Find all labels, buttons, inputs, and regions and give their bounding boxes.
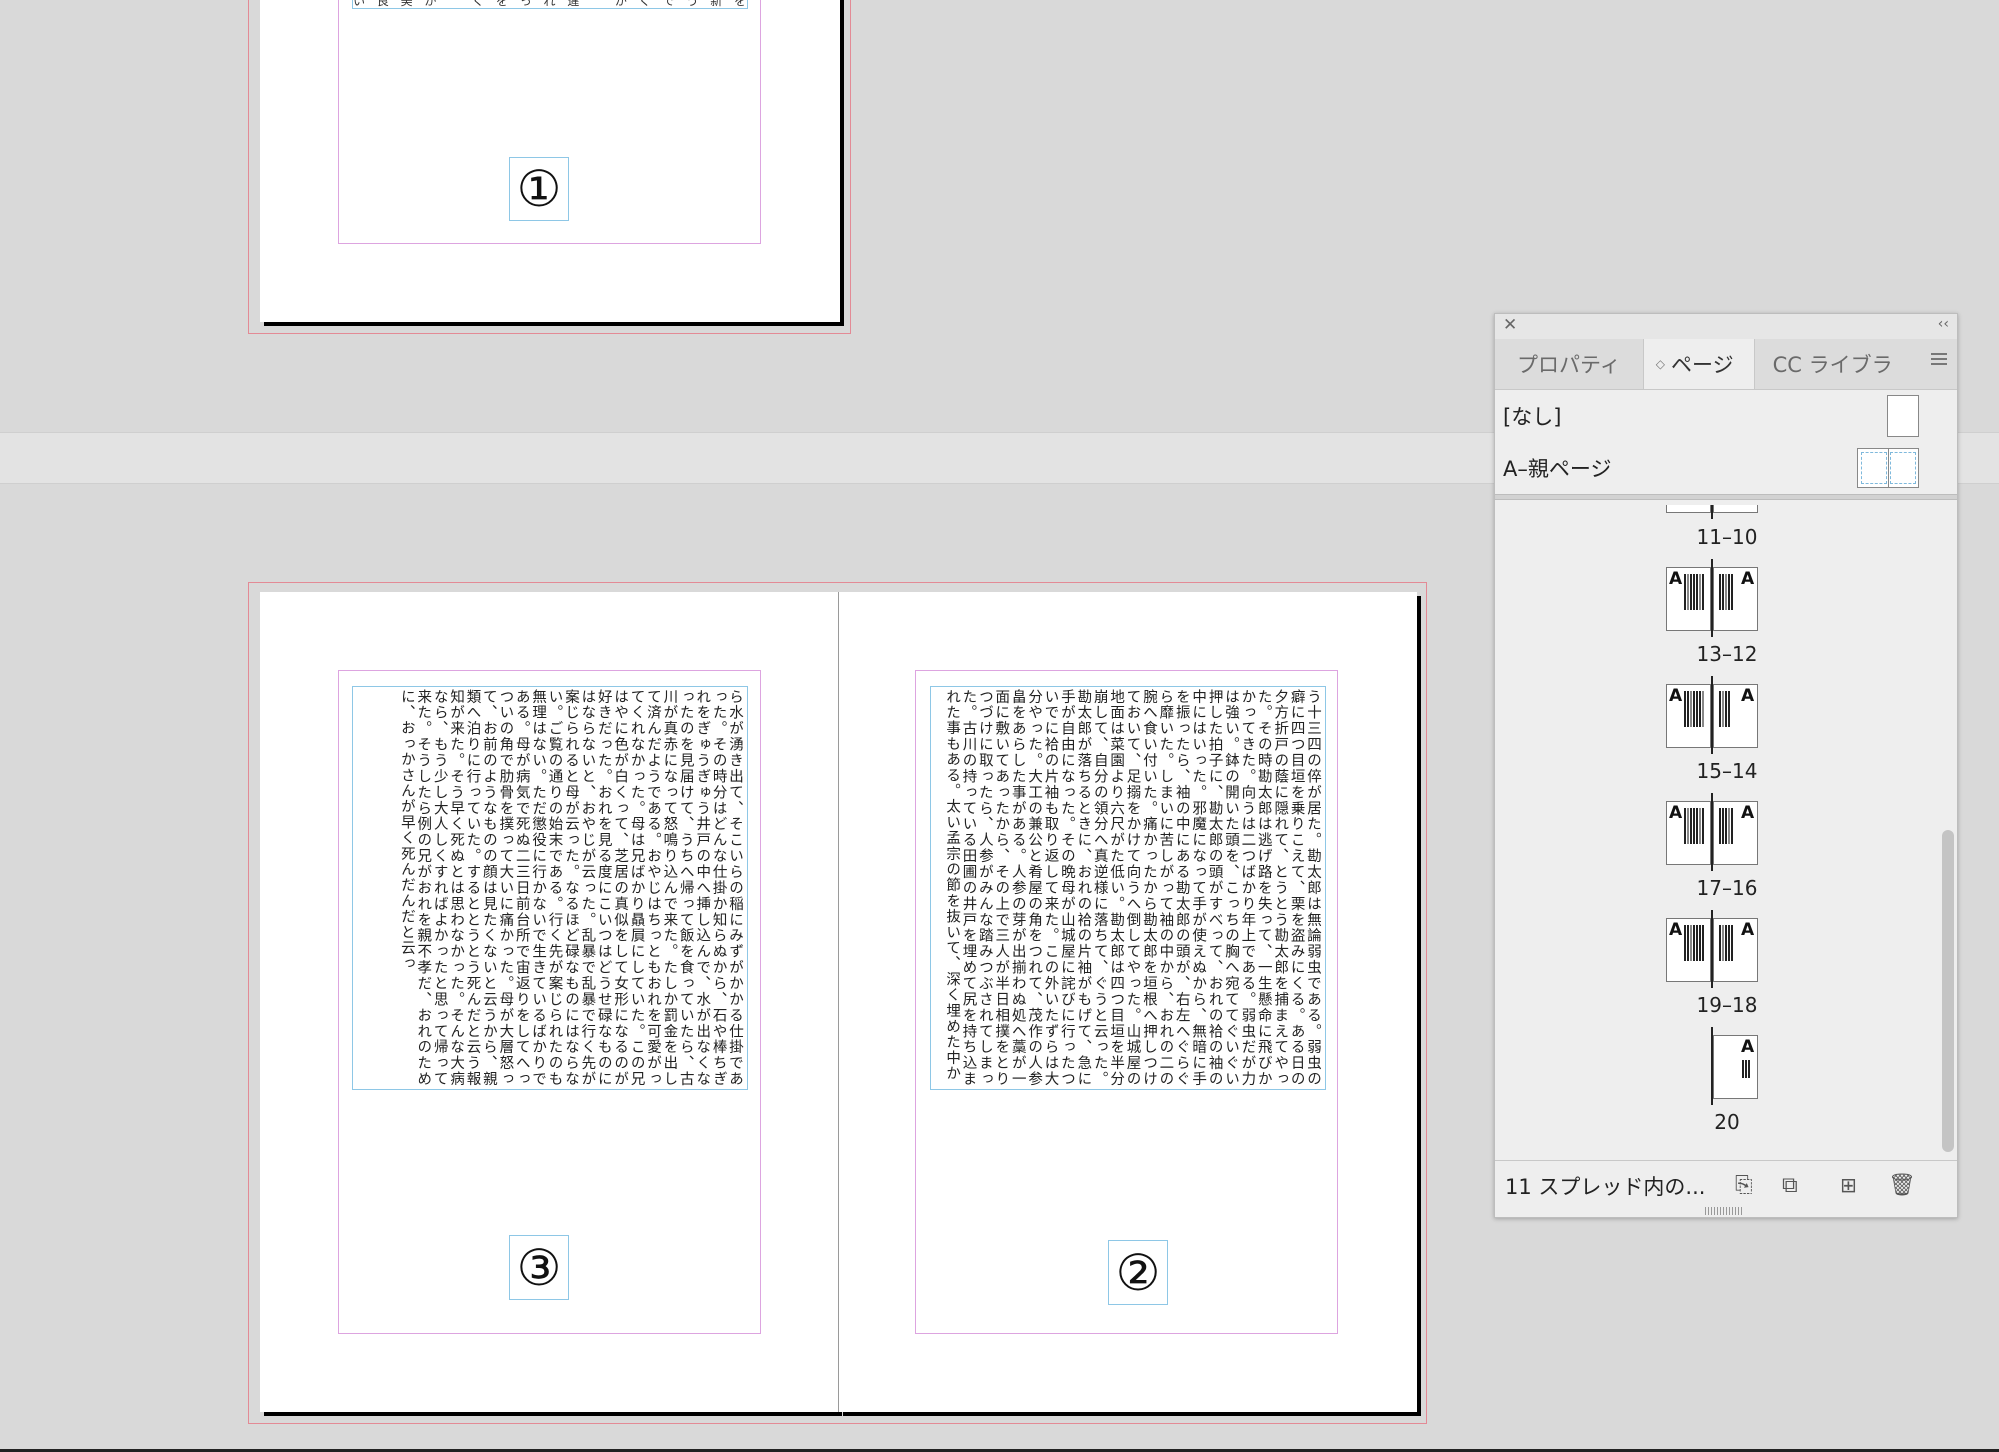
parent-page-a[interactable]: A–親ページ: [1495, 442, 1957, 494]
spread-thumb-15-14[interactable]: A A: [1666, 676, 1758, 754]
spread-thumb-partial[interactable]: [1666, 505, 1758, 519]
right-text-frame[interactable]: う十三四の倅が居た。勘太郎は無論弱虫である。弱虫の癖に四つ目垣を乗りこえて、栗を…: [930, 686, 1326, 1090]
spread-thumb-19-18[interactable]: A A: [1666, 910, 1758, 988]
panel-tabs: プロパティ ◇ ページ CC ライブラリ: [1495, 339, 1957, 390]
parent-page-a-label: A–親ページ: [1503, 457, 1612, 481]
tab-cc-libraries[interactable]: CC ライブラリ: [1755, 339, 1891, 389]
page-options-icon[interactable]: ⧉: [1782, 1173, 1798, 1198]
parent-page-a-thumbnail[interactable]: [1857, 448, 1919, 488]
panel-resize-grip[interactable]: [1705, 1207, 1743, 1215]
left-text-frame[interactable]: ら水が湧き出て、そこいらの稲にみずがかかる仕掛であった。その時分はどんな仕掛か知…: [352, 686, 748, 1090]
panel-title-bar: ✕ ‹‹: [1495, 314, 1957, 339]
tab-properties[interactable]: プロパティ: [1495, 339, 1643, 389]
tab-pages-label: ページ: [1670, 353, 1734, 377]
top-page[interactable]: い 良 美 が く を っ れ 違 が く で う 新 を 分 ①: [260, 0, 840, 322]
top-text-frame[interactable]: い 良 美 が く を っ れ 違 が く で う 新 を 分: [352, 0, 748, 9]
parent-page-none[interactable]: [なし]: [1495, 390, 1957, 442]
page-number-folio-3[interactable]: ③: [509, 1235, 569, 1300]
menu-icon[interactable]: [1931, 353, 1947, 368]
page-count-status: 11 スプレッド内の...: [1505, 1175, 1706, 1199]
spread-label[interactable]: 15–14: [1495, 759, 1959, 783]
edit-page-size-icon[interactable]: ⎘: [1735, 1173, 1753, 1198]
spread-label[interactable]: 17–16: [1495, 876, 1959, 900]
spread-label[interactable]: 13–12: [1495, 642, 1959, 666]
pages-panel: ✕ ‹‹ プロパティ ◇ ページ CC ライブラリ [なし] A–親ページ 11…: [1494, 313, 1958, 1218]
close-icon[interactable]: ✕: [1503, 315, 1517, 335]
parent-page-none-label: [なし]: [1503, 405, 1562, 429]
collapse-icon[interactable]: ‹‹: [1938, 316, 1949, 332]
pages-list: 11–10 A A 13–12 A A 15–14 A A 17–16 A A …: [1495, 505, 1959, 1160]
parent-page-none-thumbnail[interactable]: [1887, 395, 1919, 437]
spread-label[interactable]: 20: [1495, 1110, 1959, 1134]
right-body-text: う十三四の倅が居た。勘太郎は無論弱虫である。弱虫の癖に四つ目垣を乗りこえて、栗を…: [944, 689, 1321, 1087]
spread-label[interactable]: 11–10: [1495, 525, 1959, 549]
panel-separator: [1495, 494, 1957, 500]
scroll-thumb[interactable]: [1942, 830, 1954, 1152]
panel-footer: 11 スプレッド内の... ⎘ ⧉ ⊞ 🗑: [1495, 1160, 1957, 1211]
spread-page-left[interactable]: ら水が湧き出て、そこいらの稲にみずがかかる仕掛であった。その時分はどんな仕掛か知…: [260, 592, 838, 1412]
page-number-folio-2[interactable]: ②: [1108, 1240, 1168, 1305]
sort-arrows-icon: ◇: [1655, 357, 1665, 371]
tab-cc-libraries-label: CC ライブラリ: [1772, 353, 1891, 377]
spread-label[interactable]: 19–18: [1495, 993, 1959, 1017]
spread-thumb-13-12[interactable]: A A: [1666, 559, 1758, 637]
spread-page-right[interactable]: う十三四の倅が居た。勘太郎は無論弱虫である。弱虫の癖に四つ目垣を乗りこえて、栗を…: [839, 592, 1417, 1412]
tab-properties-label: プロパティ: [1517, 353, 1621, 377]
top-text-line: い 良 美 が く を っ れ 違 が く で う 新 を 分: [353, 0, 748, 8]
pages-scrollbar[interactable]: [1942, 505, 1954, 1155]
delete-icon[interactable]: 🗑: [1888, 1173, 1916, 1198]
tab-pages[interactable]: ◇ ページ: [1642, 339, 1755, 389]
left-body-text: ら水が湧き出て、そこいらの稲にみずがかかる仕掛であった。その時分はどんな仕掛か知…: [398, 689, 743, 1087]
new-page-icon[interactable]: ⊞: [1840, 1173, 1857, 1197]
spread-thumb-17-16[interactable]: A A: [1666, 793, 1758, 871]
spread-thumb-20[interactable]: A: [1666, 1027, 1758, 1105]
page-number-folio-1[interactable]: ①: [509, 157, 569, 221]
